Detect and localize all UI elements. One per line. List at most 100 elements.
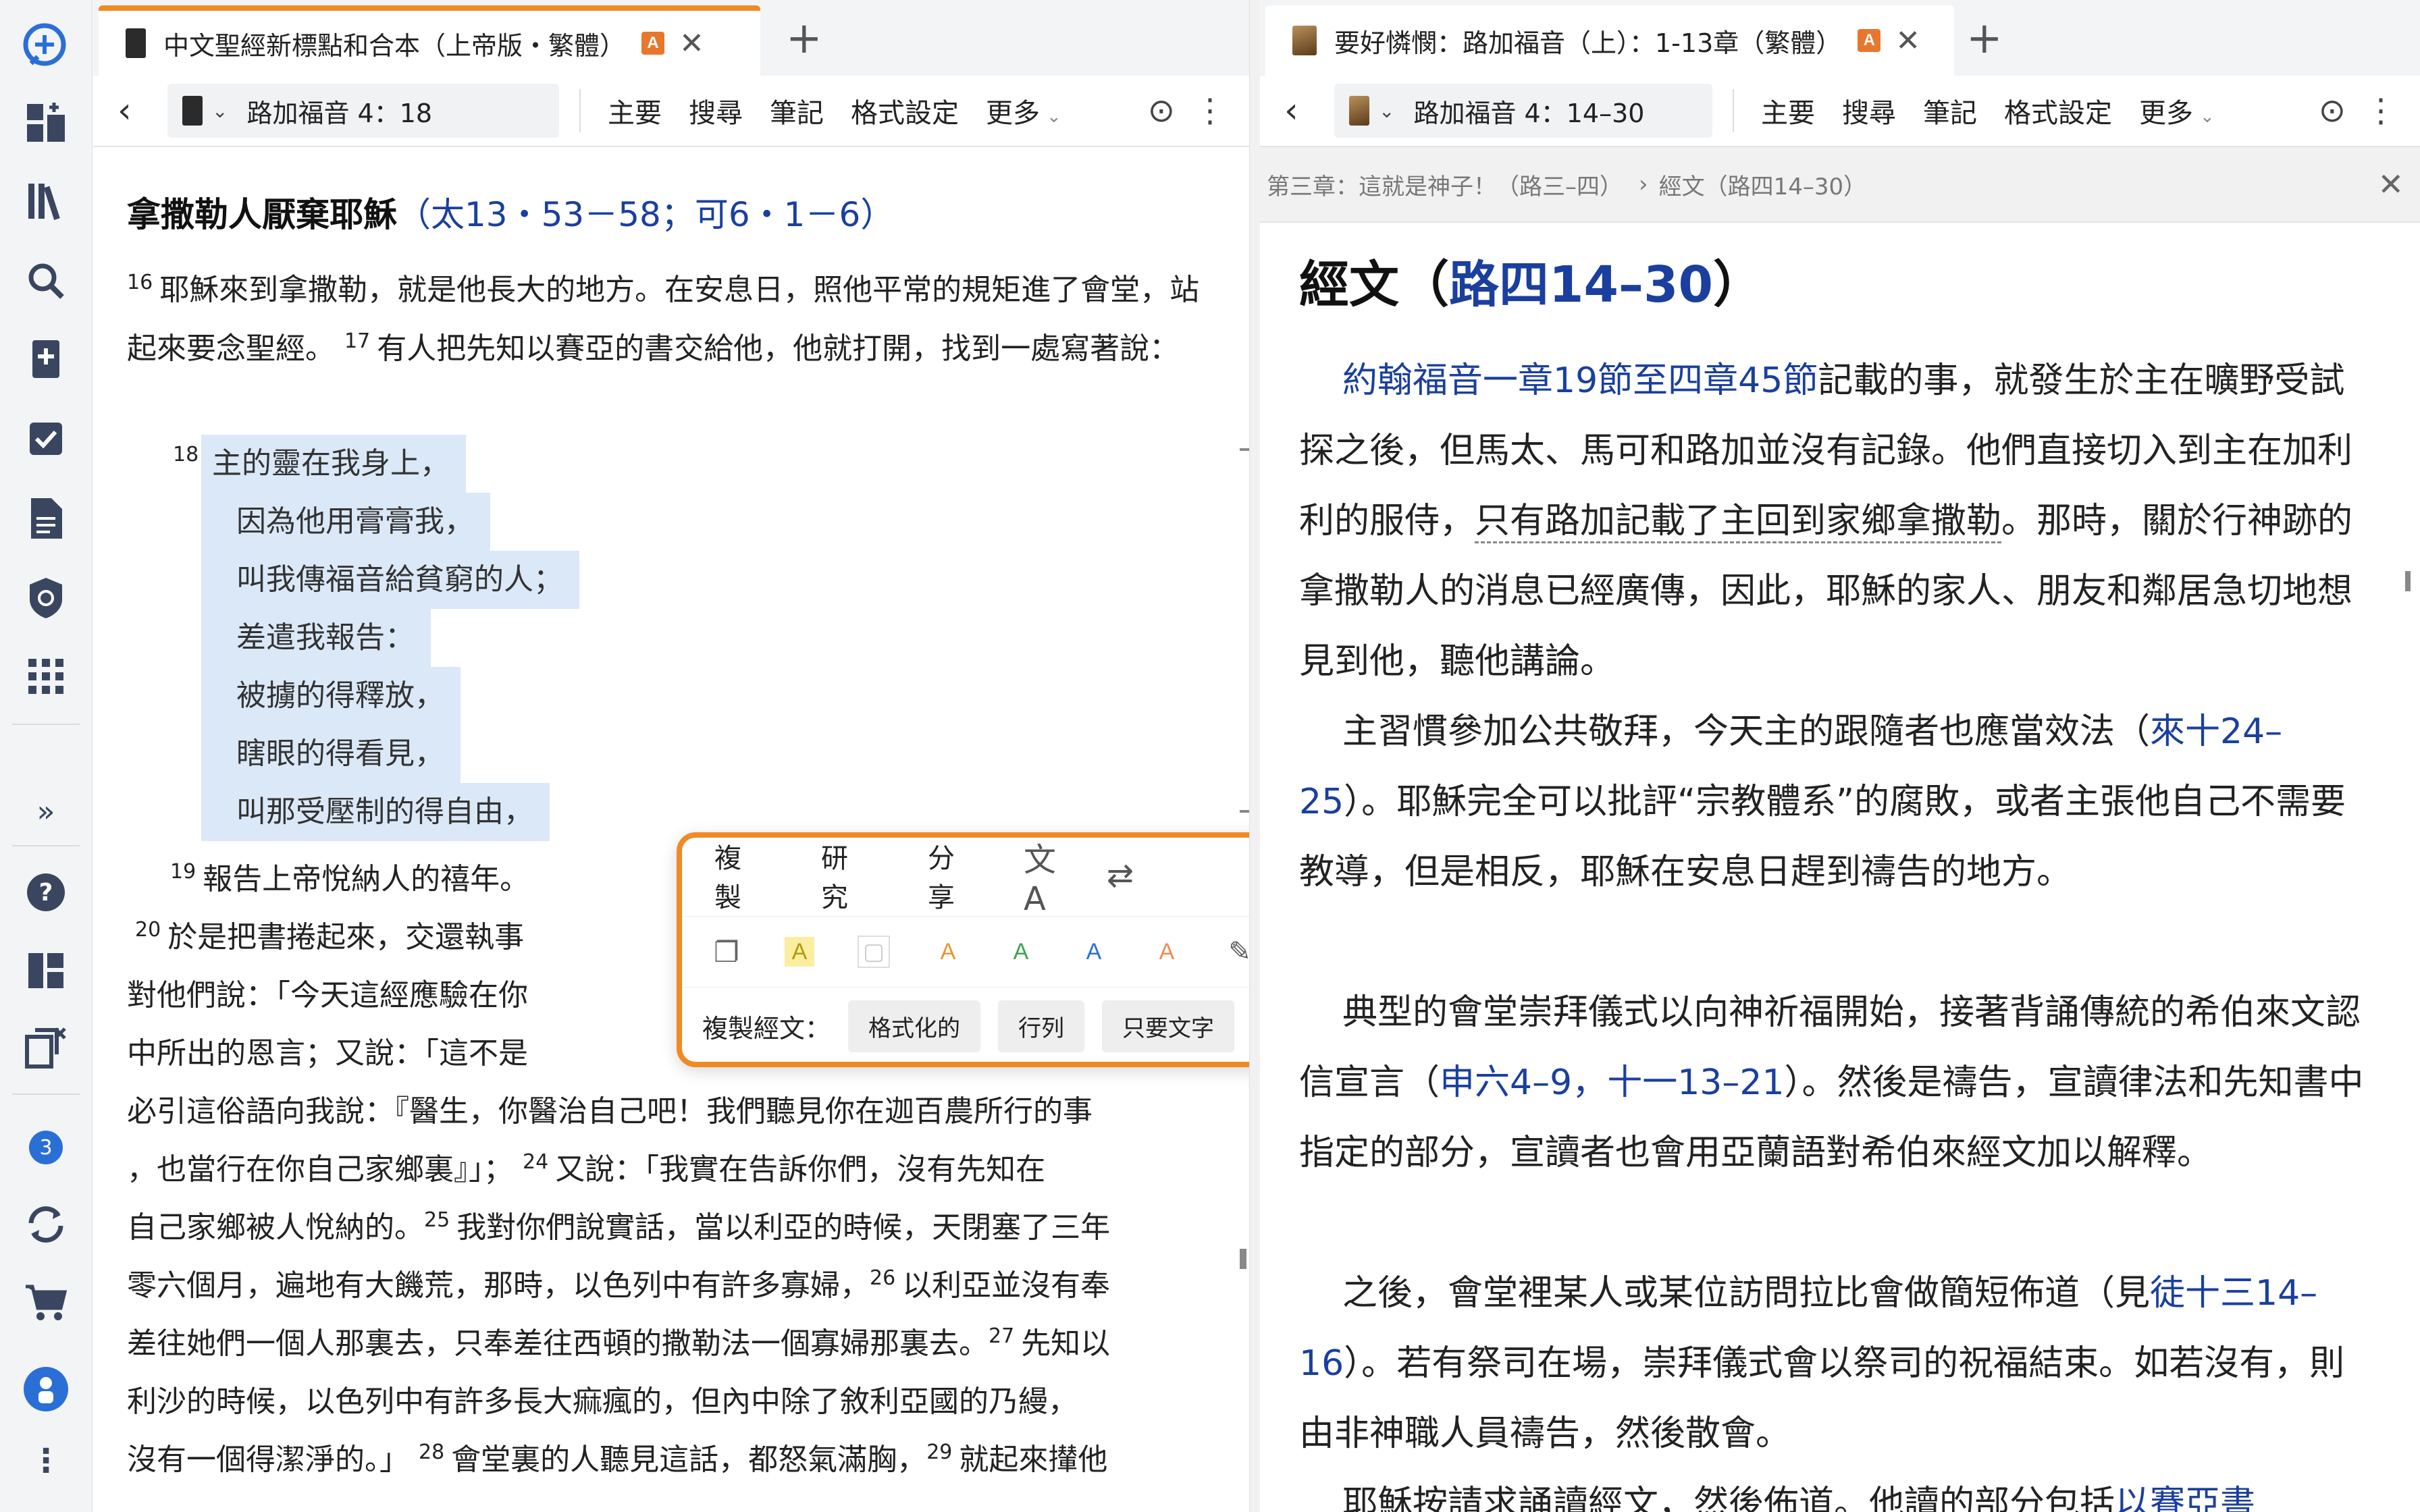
poem-line[interactable]: 因為他用膏膏我， bbox=[201, 493, 490, 551]
scripture-link[interactable]: 申六4–9 bbox=[1440, 1062, 1572, 1103]
sync-icon[interactable] bbox=[19, 1197, 73, 1251]
swap-icon[interactable]: ⇄ bbox=[1107, 857, 1134, 894]
toolbar-format[interactable]: 格式設定 bbox=[2004, 91, 2112, 130]
verse-text[interactable]: 有人把先知以賽亞的書交給他，他就打開，找到一處寫著說： bbox=[377, 331, 1179, 366]
toolbar-notes[interactable]: 筆記 bbox=[1923, 91, 1977, 130]
cart-icon[interactable] bbox=[19, 1276, 73, 1330]
toolbar-main[interactable]: 主要 bbox=[608, 91, 662, 130]
copy-formatted-button[interactable]: 格式化的 bbox=[848, 1000, 981, 1052]
more-icon[interactable]: ⋮ bbox=[19, 1434, 73, 1488]
add-tab-icon[interactable]: + bbox=[786, 14, 822, 63]
dashboard-add-icon[interactable] bbox=[19, 96, 73, 150]
back-icon[interactable]: ‹ bbox=[1284, 90, 1318, 131]
verse-line[interactable]: 中所出的恩言；又說：「這不是 bbox=[127, 1029, 528, 1072]
kebab-menu-icon[interactable]: ⋮ bbox=[2365, 92, 2397, 130]
bible-add-icon[interactable] bbox=[19, 333, 73, 387]
highlight-orange[interactable]: A bbox=[933, 937, 963, 967]
scripture-link[interactable]: 約翰福音一章19節至四章45節 bbox=[1342, 360, 1818, 401]
verse-line[interactable]: 自己家鄉被人悅納的。25 我對你們說實話，當以利亞的時候，天閉塞了三年 bbox=[127, 1203, 1110, 1246]
left-scrollbar-thumb[interactable] bbox=[1240, 1249, 1246, 1269]
right-scrollbar-thumb[interactable] bbox=[2405, 571, 2411, 591]
verse-line[interactable]: 對他們說：「今天這經應驗在你 bbox=[127, 971, 528, 1014]
verse-number[interactable]: 19 bbox=[170, 860, 196, 884]
reference-box[interactable]: ⌄ 路加福音 4：18 bbox=[167, 84, 559, 138]
shield-icon[interactable] bbox=[19, 571, 73, 625]
add-tab-icon[interactable]: + bbox=[1966, 14, 2003, 63]
highlight-green[interactable]: A bbox=[1006, 937, 1036, 967]
verse-text[interactable]: 報告上帝悅納人的禧年。 bbox=[203, 862, 529, 896]
highlight-yellow[interactable]: A bbox=[785, 937, 814, 967]
scripture-link[interactable]: 以賽亞書 bbox=[2115, 1484, 2255, 1512]
copy-text-only-button[interactable]: 只要文字 bbox=[1102, 1000, 1235, 1052]
copy-button[interactable]: 複製 bbox=[714, 836, 767, 915]
poem-line[interactable]: 差遣我報告： bbox=[201, 609, 431, 667]
back-icon[interactable]: ‹ bbox=[117, 90, 151, 131]
verse-line[interactable]: ，也當行在你自己家鄉裏』」； 24 又說：「我實在告訴你們，沒有先知在 bbox=[127, 1145, 1045, 1188]
circle-chevron-icon[interactable]: ⊙ bbox=[2319, 92, 2346, 130]
research-button[interactable]: 研究 bbox=[821, 836, 874, 915]
kebab-menu-icon[interactable]: ⋮ bbox=[1194, 92, 1226, 130]
poem-line[interactable]: 瞎眼的得看見， bbox=[201, 725, 461, 783]
close-tab-icon[interactable]: ✕ bbox=[679, 26, 704, 61]
apps-grid-icon[interactable] bbox=[19, 649, 73, 703]
poem-line[interactable]: 主的靈在我身上， bbox=[201, 435, 466, 493]
toolbar-search[interactable]: 搜尋 bbox=[1842, 91, 1896, 130]
layout-icon[interactable] bbox=[19, 944, 73, 998]
poem-line[interactable]: 叫那受壓制的得自由， bbox=[201, 783, 550, 841]
verse-number[interactable]: 24 bbox=[523, 1150, 548, 1174]
notification-badge[interactable]: 3 bbox=[19, 1120, 73, 1174]
verse-number[interactable]: 29 bbox=[926, 1440, 952, 1464]
close-tab-icon[interactable]: ✕ bbox=[1895, 24, 1920, 58]
cross-ref-link[interactable]: 可6・1－6 bbox=[695, 195, 860, 234]
breadcrumb-item[interactable]: 經文（路四14–30） bbox=[1659, 168, 1867, 201]
verse-number[interactable]: 18 bbox=[173, 443, 199, 466]
toolbar-more[interactable]: 更多 ⌄ bbox=[2139, 91, 2215, 130]
reference-box[interactable]: ⌄ 路加福音 4：14–30 bbox=[1334, 84, 1712, 138]
verse-number[interactable]: 20 bbox=[135, 918, 161, 942]
verse-line[interactable]: 沒有一個得潔淨的。」 28 會堂裏的人聽見這話，都怒氣滿胸，29 就起來攆他 bbox=[127, 1435, 1107, 1478]
copy-lines-button[interactable]: 行列 bbox=[998, 1000, 1085, 1052]
scripture-link[interactable]: 十一13–21 bbox=[1607, 1062, 1784, 1103]
verse-line[interactable]: 19 報告上帝悅納人的禧年。 bbox=[170, 855, 529, 898]
translate-icon[interactable]: 文A bbox=[1024, 833, 1077, 918]
toolbar-notes[interactable]: 筆記 bbox=[770, 91, 824, 130]
copy-icon[interactable]: ❐ bbox=[712, 936, 741, 968]
verse-line[interactable]: 利沙的時候，以色列中有許多長大痲瘋的，但內中除了敘利亞國的乃縵， bbox=[127, 1377, 1078, 1420]
profile-icon[interactable] bbox=[19, 1362, 73, 1416]
toolbar-main[interactable]: 主要 bbox=[1761, 91, 1815, 130]
verse-number[interactable]: 25 bbox=[424, 1208, 450, 1232]
poem-line[interactable]: 叫我傳福音給貧窮的人； bbox=[201, 551, 579, 609]
verse-line[interactable]: 20 於是把書捲起來，交還執事 bbox=[135, 913, 524, 956]
close-breadcrumb-icon[interactable]: ✕ bbox=[2377, 166, 2404, 202]
highlight-blue[interactable]: A bbox=[1079, 937, 1109, 967]
document-icon[interactable] bbox=[19, 491, 73, 545]
copy-close-icon[interactable] bbox=[19, 1021, 73, 1075]
verse-number[interactable]: 17 bbox=[344, 329, 370, 353]
verse-number[interactable]: 27 bbox=[989, 1324, 1014, 1348]
checklist-icon[interactable] bbox=[19, 412, 73, 466]
verse-text[interactable]: 於是把書捲起來，交還執事 bbox=[167, 920, 524, 954]
scripture-link[interactable]: 路四14–30 bbox=[1449, 256, 1713, 314]
verse-line[interactable]: 差往她們一個人那裏去，只奉差往西頓的撒勒法一個寡婦那裏去。27 先知以 bbox=[127, 1319, 1110, 1362]
verse-line[interactable]: 必引這俗語向我說：『醫生，你醫治自己吧！我們聽見你在迦百農所行的事 bbox=[127, 1087, 1093, 1130]
verse-line[interactable]: 零六個月，遍地有大饑荒，那時，以色列中有許多寡婦，26 以利亞並沒有奉 bbox=[127, 1261, 1110, 1304]
circle-chevron-icon[interactable]: ⊙ bbox=[1148, 92, 1175, 130]
poem-line[interactable]: 被擄的得釋放， bbox=[201, 667, 461, 725]
toolbar-search[interactable]: 搜尋 bbox=[689, 91, 743, 130]
cross-ref-link[interactable]: 太13・53－58 bbox=[431, 195, 661, 234]
search-icon[interactable] bbox=[19, 254, 73, 308]
chevron-down-icon[interactable]: ⌄ bbox=[1379, 100, 1394, 122]
chevron-down-icon[interactable]: ⌄ bbox=[212, 100, 228, 122]
left-tab[interactable]: 中文聖經新標點和合本（上帝版・繁體） A ✕ bbox=[99, 5, 760, 76]
highlight-peach[interactable]: A bbox=[1152, 937, 1182, 967]
library-icon[interactable] bbox=[19, 174, 73, 228]
toolbar-more[interactable]: 更多 ⌄ bbox=[986, 91, 1061, 130]
verse-number[interactable]: 16 bbox=[127, 271, 153, 294]
logo-icon[interactable] bbox=[19, 19, 73, 73]
expand-rail-icon[interactable]: » bbox=[19, 784, 73, 838]
share-button[interactable]: 分享 bbox=[928, 836, 980, 915]
annotated-text[interactable]: 只有路加記載了主回到家鄉拿撒勒 bbox=[1475, 501, 2002, 543]
breadcrumb-item[interactable]: 第三章：這就是神子！（路三–四） bbox=[1267, 168, 1623, 201]
right-tab[interactable]: 要好憐憫：路加福音（上）：1-13章（繁體） A ✕ bbox=[1265, 5, 1954, 76]
highlight-box[interactable]: ▢ bbox=[858, 936, 890, 968]
